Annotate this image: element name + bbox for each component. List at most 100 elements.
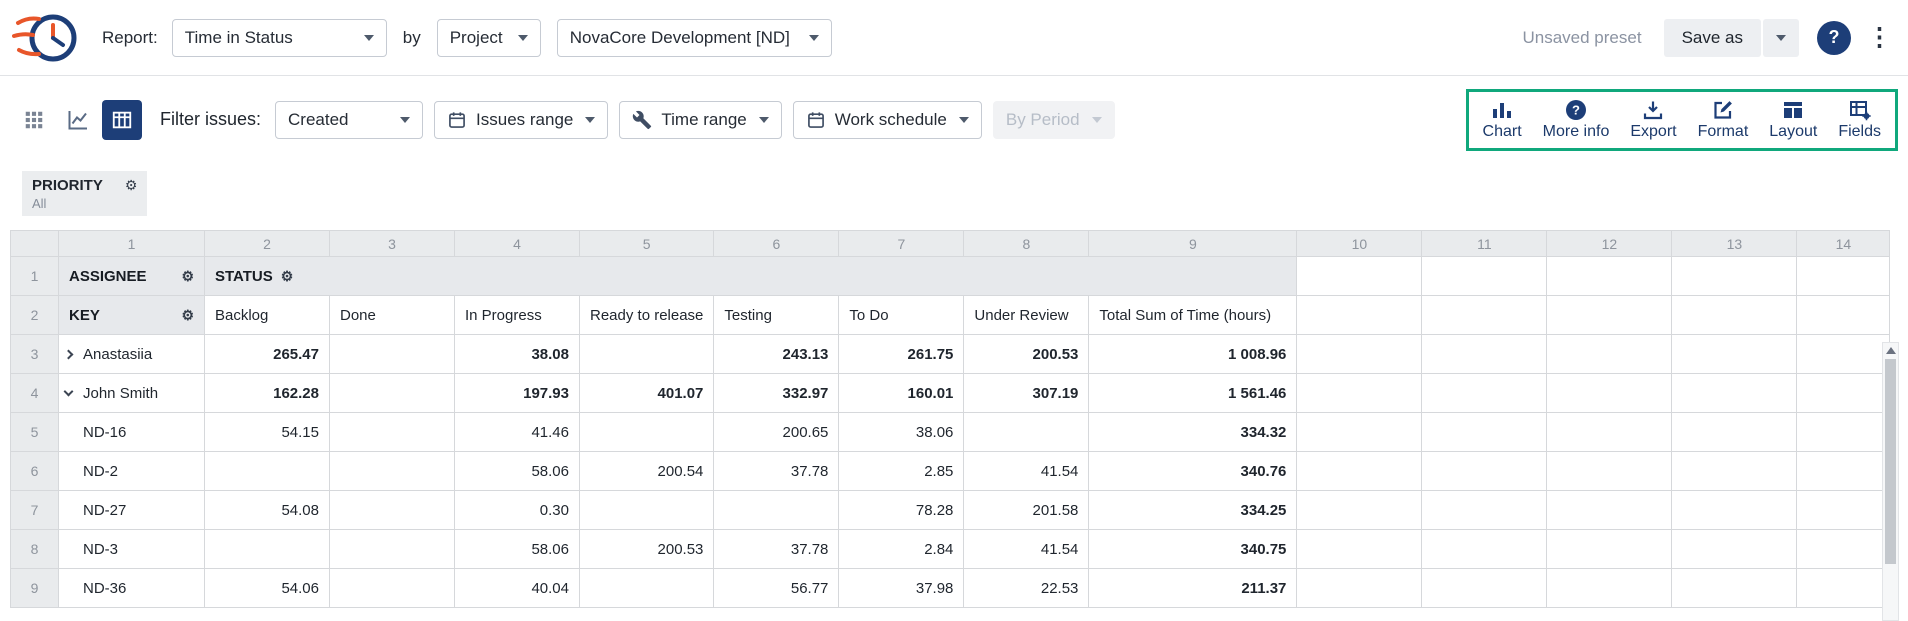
export-action-button[interactable]: Export bbox=[1630, 98, 1676, 141]
value-cell[interactable]: 37.78 bbox=[714, 530, 839, 569]
time-range-dropdown[interactable]: Time range bbox=[619, 101, 781, 139]
value-cell[interactable]: 197.93 bbox=[455, 374, 580, 413]
empty-cell bbox=[1422, 569, 1547, 608]
chart-view-button[interactable] bbox=[58, 100, 98, 140]
gear-icon[interactable]: ⚙ bbox=[281, 268, 294, 285]
value-cell[interactable]: 401.07 bbox=[580, 374, 714, 413]
value-cell[interactable]: 200.53 bbox=[964, 335, 1089, 374]
chart-action-button[interactable]: Chart bbox=[1483, 98, 1522, 141]
value-cell[interactable]: 41.54 bbox=[964, 530, 1089, 569]
created-filter-select[interactable]: Created bbox=[275, 101, 423, 139]
chevron-right-icon[interactable] bbox=[65, 351, 83, 358]
row-label-cell[interactable]: Anastasiia bbox=[59, 335, 205, 374]
kebab-menu-button[interactable]: ⋮ bbox=[1867, 25, 1892, 50]
gear-icon[interactable]: ⚙ bbox=[181, 307, 194, 324]
value-cell[interactable]: 162.28 bbox=[205, 374, 330, 413]
value-cell[interactable]: 56.77 bbox=[714, 569, 839, 608]
value-cell[interactable] bbox=[330, 452, 455, 491]
row-label-cell[interactable]: John Smith bbox=[59, 374, 205, 413]
scope-select[interactable]: Project bbox=[437, 19, 541, 57]
work-schedule-dropdown[interactable]: Work schedule bbox=[793, 101, 982, 139]
value-cell[interactable]: 200.53 bbox=[580, 530, 714, 569]
more-info-action-button[interactable]: ? More info bbox=[1543, 98, 1610, 141]
value-cell[interactable]: 1 561.46 bbox=[1089, 374, 1297, 413]
column-number: 3 bbox=[330, 231, 455, 257]
value-cell[interactable]: 58.06 bbox=[455, 530, 580, 569]
scroll-up-arrow-icon[interactable] bbox=[1886, 347, 1896, 354]
report-type-select[interactable]: Time in Status bbox=[172, 19, 387, 57]
key-header-content: KEY⚙ bbox=[69, 307, 194, 324]
value-cell[interactable]: 22.53 bbox=[964, 569, 1089, 608]
value-cell[interactable]: 40.04 bbox=[455, 569, 580, 608]
value-cell[interactable] bbox=[205, 530, 330, 569]
value-cell[interactable]: 58.06 bbox=[455, 452, 580, 491]
value-cell[interactable]: 332.97 bbox=[714, 374, 839, 413]
value-cell[interactable] bbox=[580, 413, 714, 452]
assignee-header[interactable]: ASSIGNEE⚙ bbox=[59, 257, 205, 296]
value-cell[interactable]: 54.06 bbox=[205, 569, 330, 608]
project-select[interactable]: NovaCore Development [ND] bbox=[557, 19, 832, 57]
value-cell[interactable]: 2.85 bbox=[839, 452, 964, 491]
gear-icon[interactable]: ⚙ bbox=[181, 268, 194, 285]
value-cell[interactable]: 54.15 bbox=[205, 413, 330, 452]
table-view-button[interactable] bbox=[102, 100, 142, 140]
value-cell[interactable]: 265.47 bbox=[205, 335, 330, 374]
chevron-down-icon[interactable] bbox=[65, 391, 83, 395]
value-cell[interactable] bbox=[580, 335, 714, 374]
value-cell[interactable]: 211.37 bbox=[1089, 569, 1297, 608]
gear-icon[interactable]: ⚙ bbox=[125, 177, 138, 194]
value-cell[interactable]: 37.98 bbox=[839, 569, 964, 608]
value-cell[interactable] bbox=[330, 374, 455, 413]
save-as-dropdown-button[interactable] bbox=[1763, 19, 1799, 57]
value-cell[interactable] bbox=[330, 413, 455, 452]
status-header[interactable]: STATUS⚙ bbox=[205, 257, 1297, 296]
vertical-scrollbar[interactable] bbox=[1882, 342, 1899, 621]
value-cell[interactable] bbox=[330, 335, 455, 374]
value-cell[interactable] bbox=[964, 413, 1089, 452]
priority-filter[interactable]: PRIORITY ⚙ All bbox=[22, 171, 147, 216]
value-cell[interactable] bbox=[580, 491, 714, 530]
row-label-cell[interactable]: ND-3 bbox=[59, 530, 205, 569]
value-cell[interactable]: 200.65 bbox=[714, 413, 839, 452]
value-cell[interactable]: 54.08 bbox=[205, 491, 330, 530]
value-cell[interactable]: 38.08 bbox=[455, 335, 580, 374]
value-cell[interactable] bbox=[330, 530, 455, 569]
value-cell[interactable]: 340.76 bbox=[1089, 452, 1297, 491]
value-cell[interactable]: 1 008.96 bbox=[1089, 335, 1297, 374]
value-cell[interactable]: 334.32 bbox=[1089, 413, 1297, 452]
value-cell[interactable]: 243.13 bbox=[714, 335, 839, 374]
value-cell[interactable] bbox=[714, 491, 839, 530]
value-cell[interactable]: 261.75 bbox=[839, 335, 964, 374]
fields-action-button[interactable]: Fields bbox=[1838, 98, 1881, 141]
value-cell[interactable]: 38.06 bbox=[839, 413, 964, 452]
value-cell[interactable] bbox=[205, 452, 330, 491]
grid-view-button[interactable] bbox=[14, 100, 54, 140]
empty-cell bbox=[1797, 257, 1890, 296]
key-header[interactable]: KEY⚙ bbox=[59, 296, 205, 335]
value-cell[interactable]: 37.78 bbox=[714, 452, 839, 491]
value-cell[interactable]: 41.54 bbox=[964, 452, 1089, 491]
save-as-button[interactable]: Save as bbox=[1664, 19, 1761, 57]
row-label-cell[interactable]: ND-36 bbox=[59, 569, 205, 608]
value-cell[interactable]: 340.75 bbox=[1089, 530, 1297, 569]
value-cell[interactable]: 41.46 bbox=[455, 413, 580, 452]
value-cell[interactable]: 201.58 bbox=[964, 491, 1089, 530]
value-cell[interactable] bbox=[330, 491, 455, 530]
issues-range-dropdown[interactable]: Issues range bbox=[434, 101, 608, 139]
value-cell[interactable]: 2.84 bbox=[839, 530, 964, 569]
layout-action-button[interactable]: Layout bbox=[1769, 98, 1817, 141]
value-cell[interactable] bbox=[580, 569, 714, 608]
value-cell[interactable]: 200.54 bbox=[580, 452, 714, 491]
value-cell[interactable]: 78.28 bbox=[839, 491, 964, 530]
value-cell[interactable] bbox=[330, 569, 455, 608]
scrollbar-thumb[interactable] bbox=[1885, 359, 1896, 564]
row-label-cell[interactable]: ND-16 bbox=[59, 413, 205, 452]
value-cell[interactable]: 0.30 bbox=[455, 491, 580, 530]
value-cell[interactable]: 160.01 bbox=[839, 374, 964, 413]
row-label-cell[interactable]: ND-27 bbox=[59, 491, 205, 530]
value-cell[interactable]: 307.19 bbox=[964, 374, 1089, 413]
row-label-cell[interactable]: ND-2 bbox=[59, 452, 205, 491]
help-button[interactable]: ? bbox=[1817, 21, 1851, 55]
format-action-button[interactable]: Format bbox=[1698, 98, 1749, 141]
value-cell[interactable]: 334.25 bbox=[1089, 491, 1297, 530]
